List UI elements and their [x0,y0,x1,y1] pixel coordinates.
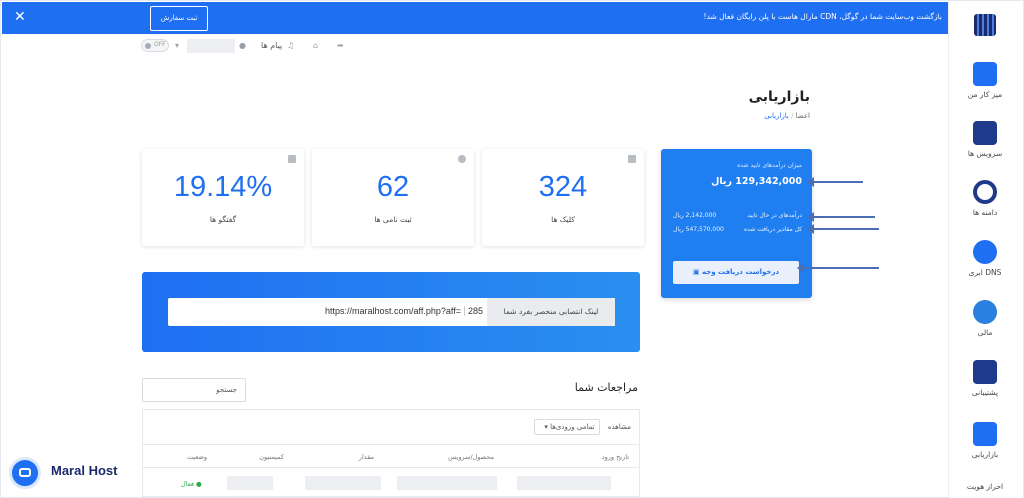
services-icon [973,121,997,145]
sidebar-item-support[interactable]: پشتیبانی [948,360,1022,397]
stat-value: 62 [376,171,410,203]
sidebar-item-finance[interactable]: مالی [948,300,1022,337]
finance-icon [973,300,997,324]
approved-income-amount: 129,342,000 ریال [711,176,802,187]
desk-icon [973,62,997,86]
annotation-arrow [797,263,879,273]
col-header[interactable]: کمیسیون [259,453,284,461]
promo-banner: ✕ ثبت سفارش بازگشت وب‌سایت شما در گوگل، … [2,2,950,34]
affiliate-link-field[interactable]: لینک انتصابی منحصر بفرد شما https://mara… [168,298,615,326]
balance-card: میزان درآمدهای تایید شده 129,342,000 ریا… [661,149,812,298]
chat-icon [19,468,31,477]
referrals-title: مراجعات شما [574,381,638,394]
marketing-icon [973,422,997,446]
stat-value: 324 [538,171,588,203]
affiliate-link-label: لینک انتصابی منحصر بفرد شما [487,298,615,326]
breadcrumb: اعضا / بازاریابی [764,112,810,120]
annotation-arrow [807,224,879,234]
app-window: ✕ ثبت سفارش بازگشت وب‌سایت شما در گوگل، … [0,0,1024,498]
user-icon[interactable]: ● [239,41,246,50]
stat-card-clicks: 324 کلیک ها [482,149,644,246]
domains-icon [973,180,997,204]
badge-icon [628,155,636,163]
col-header[interactable]: محصول/سرویس [448,453,494,461]
close-icon[interactable]: ✕ [14,9,26,25]
banner-message: بازگشت وب‌سایت شما در گوگل، CDN مارال ها… [703,12,942,21]
share-icon[interactable]: ➦ [337,41,344,50]
cart-icon[interactable]: ⌂ [313,41,318,50]
chevron-down-icon[interactable]: ▾ [175,41,179,50]
wallet-icon: ▣ [692,268,700,276]
stat-card-signups: 62 ثبت نامی ها [312,149,474,246]
referrals-table: مشاهده تمامی ورودی‌ها ▾ تاریخ ورود محصول… [142,409,640,497]
brand-logo[interactable] [974,14,996,36]
stat-label: گفتگو ها [209,215,237,224]
stat-label: کلیک ها [551,215,575,224]
entries-select[interactable]: تمامی ورودی‌ها ▾ [533,419,600,435]
bell-icon[interactable]: ♫ [287,41,294,50]
status-badge: ● فعال [181,480,202,488]
page-title: بازاریابی [748,89,810,105]
stat-card-conversions: 19.14% گفتگو ها [142,149,304,246]
messages-label[interactable]: پیام ها [261,41,282,50]
total-received-row: کل مقادیر دریافت شده 547,570,000 ریال [673,226,802,233]
affiliate-url[interactable]: https://maralhost.com/aff.php?aff= 285 [325,306,483,316]
sidebar-item-marketing[interactable]: بازاریابی [948,422,1022,459]
table-cell [305,476,381,490]
sidebar-item-domains[interactable]: دامنه ها [948,180,1022,217]
table-cell [397,476,497,490]
approved-income-title: میزان درآمدهای تایید شده [737,162,802,169]
register-order-button[interactable]: ثبت سفارش [150,6,208,31]
stat-label: ثبت نامی ها [374,215,412,224]
mode-toggle[interactable]: OFF [141,39,169,52]
search-input[interactable]: جستجو [142,378,246,402]
sidebar: میز کار من سرویس ها دامنه ها DNS ابری ما… [948,2,1022,498]
annotation-arrow [807,212,875,222]
top-toolbar: OFF ▾ ● پیام ها ♫ ⌂ ➦ [141,39,351,57]
sidebar-item-services[interactable]: سرویس ها [948,121,1022,158]
support-icon [973,360,997,384]
breadcrumb-item[interactable]: اعضا [796,112,810,120]
table-cell [227,476,273,490]
view-filter: مشاهده تمامی ورودی‌ها ▾ [533,419,631,435]
sidebar-item-desk[interactable]: میز کار من [948,62,1022,99]
col-header[interactable]: تاریخ ورود [602,453,629,461]
table-header: تاریخ ورود محصول/سرویس مقدار کمیسیون وضع… [143,444,639,468]
pending-income-row: درآمدهای در حال تایید 2,142,000 ریال [673,212,802,219]
affiliate-link-panel: لینک انتصابی منحصر بفرد شما https://mara… [142,272,640,352]
annotation-arrow [807,177,863,187]
user-name-placeholder [187,39,235,53]
sidebar-item-cloud-dns[interactable]: DNS ابری [948,240,1022,277]
user-icon [458,155,466,163]
cloud-dns-icon [973,240,997,264]
stat-value: 19.14% [173,171,273,203]
sidebar-item-identity[interactable]: احراز هویت [948,482,1022,491]
brand-logo: Maral Host [51,463,118,478]
table-cell [517,476,611,490]
breadcrumb-item[interactable]: بازاریابی [764,112,789,120]
chart-icon [288,155,296,163]
col-header[interactable]: مقدار [359,453,374,461]
col-header[interactable]: وضعیت [187,453,207,461]
withdraw-request-button[interactable]: درخواست دریافت وجه ▣ [673,261,799,284]
chat-widget[interactable] [9,457,41,489]
